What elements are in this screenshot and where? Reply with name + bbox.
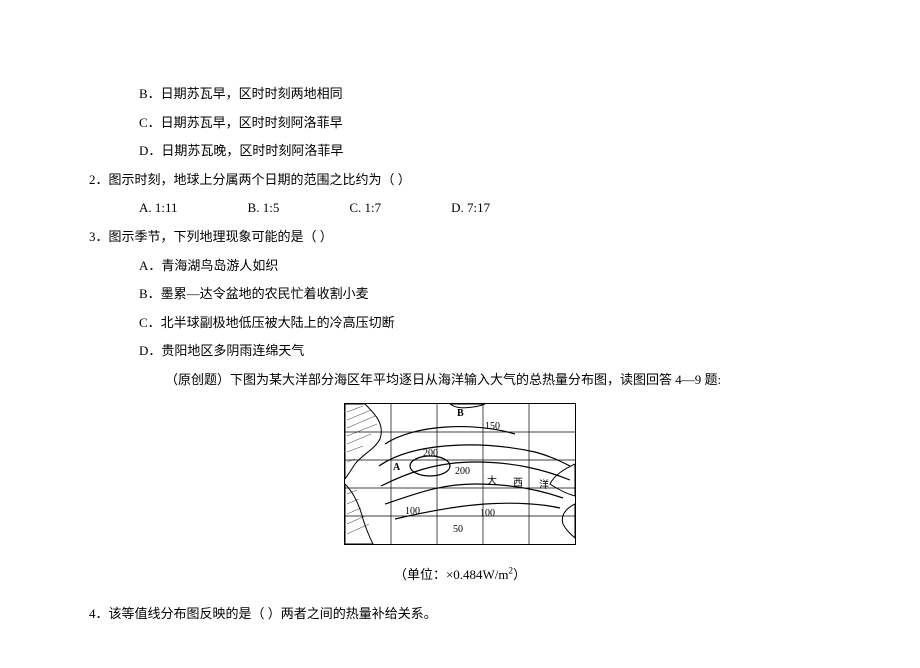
q1-option-d: D．日期苏瓦晚，区时时刻阿洛菲早 bbox=[75, 137, 845, 166]
q4-stem: 4．该等值线分布图反映的是（ ）两者之间的热量补给关系。 bbox=[75, 600, 845, 629]
contour-100a: 100 bbox=[405, 506, 420, 517]
ocean-char-2: 西 bbox=[513, 478, 523, 489]
ocean-char-3: 洋 bbox=[539, 478, 549, 491]
q1-option-b: B．日期苏瓦早，区时时刻两地相同 bbox=[75, 80, 845, 109]
q2-option-a: A. 1:11 bbox=[139, 194, 178, 223]
q2-options: A. 1:11 B. 1:5 C. 1:7 D. 7:17 bbox=[75, 194, 845, 223]
ocean-char-1: 大 bbox=[487, 474, 497, 487]
q3-option-b: B．墨累—达令盆地的农民忙着收割小麦 bbox=[75, 280, 845, 309]
contour-150: 150 bbox=[485, 421, 500, 432]
figure-caption: （单位：×0.484W/m2） bbox=[75, 561, 845, 590]
q1-option-c: C．日期苏瓦早，区时时刻阿洛菲早 bbox=[75, 109, 845, 138]
q2-option-d: D. 7:17 bbox=[451, 194, 490, 223]
q3-option-c: C．北半球副极地低压被大陆上的冷高压切断 bbox=[75, 309, 845, 338]
contour-50: 50 bbox=[453, 524, 463, 535]
q3-option-d: D．贵阳地区多阴雨连绵天气 bbox=[75, 337, 845, 366]
map-figure: 150 200 200 100 100 50 A B 大 西 洋 bbox=[344, 403, 576, 545]
q3-option-a: A．青海湖鸟岛游人如织 bbox=[75, 252, 845, 281]
figure-wrap: 150 200 200 100 100 50 A B 大 西 洋 bbox=[75, 403, 845, 556]
contour-100b: 100 bbox=[480, 508, 495, 519]
q2-option-c: C. 1:7 bbox=[349, 194, 381, 223]
q3-stem: 3．图示季节，下列地理现象可能的是（ ） bbox=[75, 223, 845, 252]
contour-200a: 200 bbox=[423, 448, 438, 459]
intro-text: （原创题）下图为某大洋部分海区年平均逐日从海洋输入大气的总热量分布图，读图回答 … bbox=[75, 366, 845, 395]
label-b: B bbox=[457, 408, 464, 419]
label-a: A bbox=[393, 462, 401, 473]
q2-stem: 2．图示时刻，地球上分属两个日期的范围之比约为（ ） bbox=[75, 166, 845, 195]
q2-option-b: B. 1:5 bbox=[248, 194, 280, 223]
contour-200b: 200 bbox=[455, 466, 470, 477]
